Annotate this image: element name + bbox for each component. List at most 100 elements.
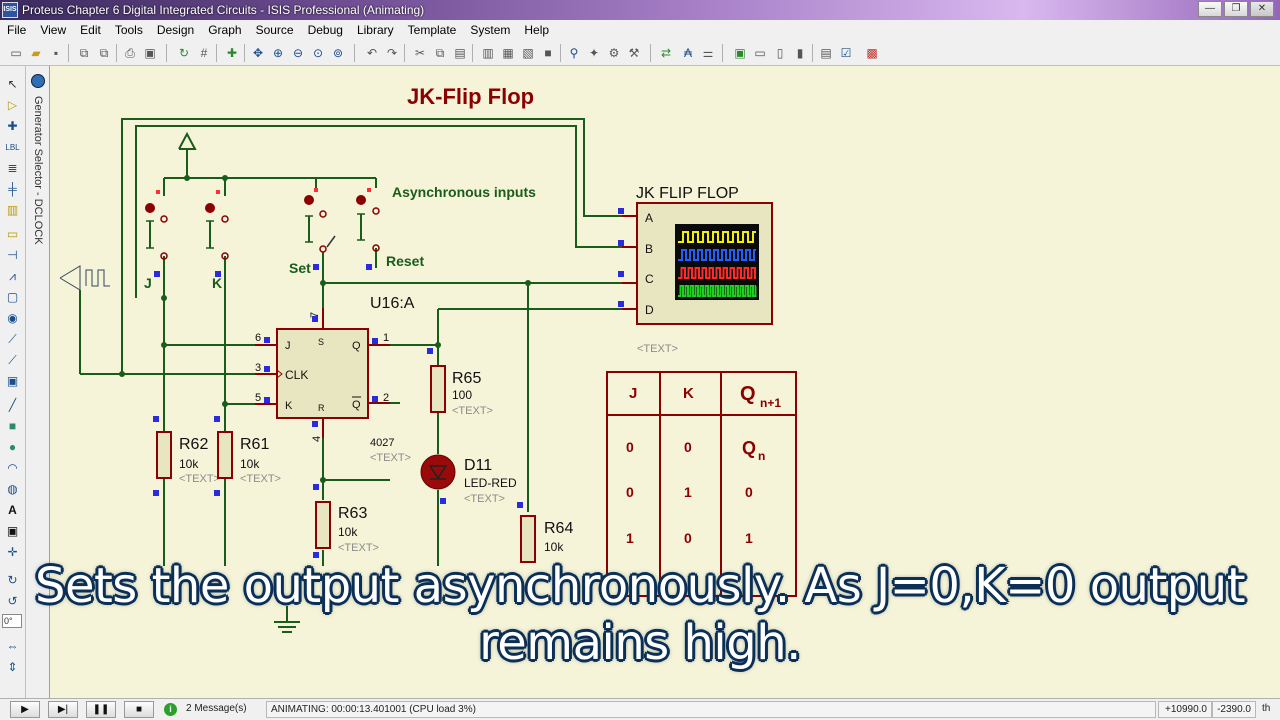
origin-icon[interactable]: ✚ [224, 45, 240, 61]
zoom-out-icon[interactable]: ⊖ [290, 45, 306, 61]
voltage-probe-icon[interactable]: ⟋ [4, 331, 21, 348]
terminals-mode-icon[interactable]: ▭ [4, 226, 21, 243]
import-icon[interactable]: ⧉ [76, 45, 92, 61]
switch-k[interactable] [205, 190, 229, 260]
pause-button[interactable]: ❚❚ [86, 701, 116, 718]
menu-library[interactable]: Library [350, 20, 401, 40]
message-count[interactable]: 2 Message(s) [182, 701, 262, 718]
close-button[interactable]: ✕ [1250, 1, 1274, 17]
minimize-button[interactable]: — [1198, 1, 1222, 17]
block-rotate-icon[interactable]: ▧ [520, 45, 536, 61]
menu-tools[interactable]: Tools [108, 20, 150, 40]
resistor-r63[interactable]: R63 10k <TEXT> [315, 501, 379, 554]
print-icon[interactable]: ⎙ [122, 45, 138, 61]
maximize-button[interactable]: ❐ [1224, 1, 1248, 17]
zoom-area-icon[interactable]: ⊚ [330, 45, 346, 61]
subcircuit-mode-icon[interactable]: ▥ [4, 202, 21, 219]
cut-icon[interactable]: ✂ [412, 45, 428, 61]
new-file-icon[interactable]: ▭ [8, 45, 24, 61]
export-icon[interactable]: ⧉ [96, 45, 112, 61]
menu-file[interactable]: File [0, 20, 33, 40]
menu-view[interactable]: View [33, 20, 73, 40]
copy-icon[interactable]: ⧉ [432, 45, 448, 61]
block-move-icon[interactable]: ▦ [500, 45, 516, 61]
zoom-in-icon[interactable]: ⊕ [270, 45, 286, 61]
print-area-icon[interactable]: ▣ [142, 45, 158, 61]
remove-sheet-icon[interactable]: ▭ [752, 45, 768, 61]
menu-edit[interactable]: Edit [73, 20, 108, 40]
undo-icon[interactable]: ↶ [364, 45, 380, 61]
property-tool-icon[interactable]: ⚌ [700, 45, 716, 61]
schematic-canvas[interactable]: JK-Flip Flop J K Set Reset Asynchronous … [50, 66, 1280, 698]
stop-button[interactable]: ■ [124, 701, 154, 718]
arc-tool-icon[interactable]: ◠ [4, 460, 21, 477]
selection-mode-icon[interactable]: ↖ [4, 76, 21, 93]
virtual-instruments-icon[interactable]: ▣ [4, 373, 21, 390]
ic-4027[interactable]: J CLK K S R Q Q 6 3 5 7 4 1 2 U16:A 4027… [255, 295, 415, 464]
wire-autorouter-icon[interactable]: ⇄ [658, 45, 674, 61]
menu-system[interactable]: System [463, 20, 517, 40]
led-d11[interactable]: D11 LED-RED <TEXT> [420, 454, 517, 505]
save-file-icon[interactable]: ▪ [48, 45, 64, 61]
rotate-anticlockwise-icon[interactable]: ↺ [4, 593, 21, 610]
new-sheet-icon[interactable]: ▣ [732, 45, 748, 61]
grid-icon[interactable]: # [196, 45, 212, 61]
exit-to-parent-icon[interactable]: ▯ [772, 45, 788, 61]
dclock-generator[interactable] [59, 265, 110, 374]
marker-tool-icon[interactable]: ✛ [4, 544, 21, 561]
block-delete-icon[interactable]: ■ [540, 45, 556, 61]
pick-device-icon[interactable]: ⚲ [566, 45, 582, 61]
device-pins-icon[interactable]: ⊣ [4, 247, 21, 264]
menu-graph[interactable]: Graph [201, 20, 248, 40]
mirror-x-icon[interactable]: ⇔ [4, 638, 21, 655]
symbol-tool-icon[interactable]: ▣ [4, 523, 21, 540]
resistor-r61[interactable]: R61 10k <TEXT> [217, 431, 281, 485]
pan-icon[interactable]: ✥ [250, 45, 266, 61]
text-script-icon[interactable]: ≣ [4, 160, 21, 177]
path-tool-icon[interactable]: ◍ [4, 481, 21, 498]
tape-recorder-icon[interactable]: ▢ [4, 289, 21, 306]
rotate-clockwise-icon[interactable]: ↻ [4, 572, 21, 589]
package-tool-icon[interactable]: ⚙ [606, 45, 622, 61]
zoom-to-child-icon[interactable]: ▮ [792, 45, 808, 61]
bill-of-materials-icon[interactable]: ▤ [818, 45, 834, 61]
decompose-icon[interactable]: ⚒ [626, 45, 642, 61]
current-probe-icon[interactable]: ⟋ [4, 352, 21, 369]
switch-j[interactable] [145, 190, 168, 260]
mirror-y-icon[interactable]: ⇕ [4, 659, 21, 676]
menu-source[interactable]: Source [249, 20, 301, 40]
line-tool-icon[interactable]: ╱ [4, 397, 21, 414]
netlist-to-ares-icon[interactable]: ▩ [864, 45, 880, 61]
selector-mode-icon[interactable] [31, 74, 45, 88]
step-button[interactable]: ▶| [48, 701, 78, 718]
graph-mode-icon[interactable]: ⩘ [4, 268, 21, 285]
resistor-r65[interactable]: R65 100 <TEXT> [430, 365, 493, 417]
resistor-r62[interactable]: R62 10k <TEXT> [156, 431, 220, 485]
circle-tool-icon[interactable]: ● [4, 439, 21, 456]
menu-design[interactable]: Design [150, 20, 201, 40]
box-tool-icon[interactable]: ■ [4, 418, 21, 435]
play-button[interactable]: ▶ [10, 701, 40, 718]
switch-reset[interactable] [356, 188, 380, 252]
paste-icon[interactable]: ▤ [452, 45, 468, 61]
zoom-all-icon[interactable]: ⊙ [310, 45, 326, 61]
redo-icon[interactable]: ↷ [384, 45, 400, 61]
rotation-angle-field[interactable]: 0° [2, 614, 22, 628]
make-device-icon[interactable]: ✦ [586, 45, 602, 61]
resistor-r64[interactable]: R64 10k [520, 515, 573, 563]
junction-dot-icon[interactable]: ✚ [4, 118, 21, 135]
wire-label-icon[interactable]: LBL [4, 139, 21, 156]
buses-mode-icon[interactable]: ╪ [4, 181, 21, 198]
generator-mode-icon[interactable]: ◉ [4, 310, 21, 327]
refresh-icon[interactable]: ↻ [176, 45, 192, 61]
menu-help[interactable]: Help [517, 20, 556, 40]
search-tag-icon[interactable]: ₳ [680, 45, 696, 61]
block-copy-icon[interactable]: ▥ [480, 45, 496, 61]
electrical-check-icon[interactable]: ☑ [838, 45, 854, 61]
component-mode-icon[interactable]: ▷ [4, 97, 21, 114]
open-file-icon[interactable]: ▰ [28, 45, 44, 61]
text-tool-icon[interactable]: A [4, 502, 21, 519]
menu-debug[interactable]: Debug [301, 20, 350, 40]
logic-analyzer[interactable]: JK FLIP FLOP A B C D <TEXT> [622, 185, 773, 355]
menu-template[interactable]: Template [401, 20, 464, 40]
